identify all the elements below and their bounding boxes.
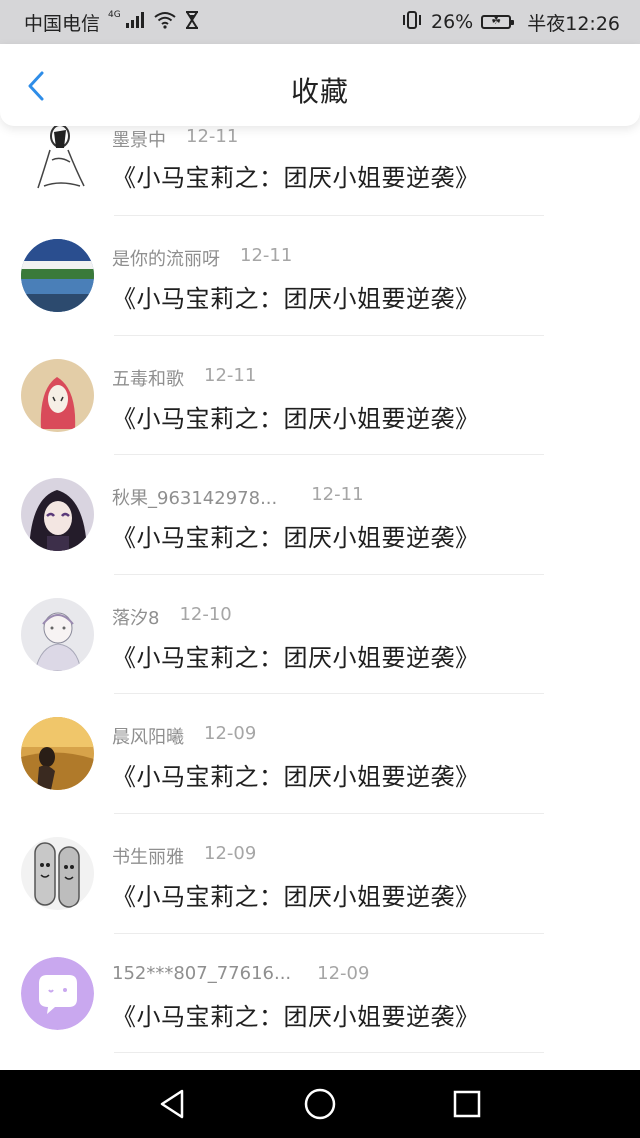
divider [114, 1052, 544, 1054]
list-item[interactable]: 书生丽雅 12-09 《小马宝莉之：团厌小姐要逆袭》 [0, 814, 640, 934]
date: 12-09 [204, 842, 257, 864]
avatar[interactable] [24, 120, 92, 192]
book-title[interactable]: 《小马宝莉之：团厌小姐要逆袭》 [112, 757, 480, 792]
battery-icon: ☘ [481, 14, 515, 29]
date: 12-11 [240, 245, 293, 266]
book-title[interactable]: 《小马宝莉之：团厌小姐要逆袭》 [112, 399, 480, 434]
book-title[interactable]: 《小马宝莉之：团厌小姐要逆袭》 [112, 877, 480, 912]
username[interactable]: 秋果_963142978... [112, 484, 277, 510]
wifi-icon [153, 11, 177, 34]
list-item[interactable]: 落汐8 12-10 《小马宝莉之：团厌小姐要逆袭》 [0, 575, 640, 695]
avatar[interactable] [21, 956, 94, 1030]
username[interactable]: 晨风阳曦 [112, 723, 184, 749]
item-meta: 五毒和歌 12-11 [112, 365, 256, 391]
book-title[interactable]: 《小马宝莉之：团厌小姐要逆袭》 [112, 518, 480, 553]
list-item[interactable]: 晨风阳曦 12-09 《小马宝莉之：团厌小姐要逆袭》 [0, 694, 640, 814]
item-meta: 落汐8 12-10 [112, 604, 232, 630]
home-nav-button[interactable] [295, 1079, 345, 1129]
book-title[interactable]: 《小马宝莉之：团厌小姐要逆袭》 [112, 158, 480, 193]
list-item[interactable]: 152***807_77616... 12-09 《小马宝莉之：团厌小姐要逆袭》 [0, 934, 640, 1054]
avatar[interactable] [21, 239, 94, 312]
date: 12-11 [311, 484, 364, 506]
list-item[interactable]: 墨景中 12-11 《小马宝莉之：团厌小姐要逆袭》 [0, 116, 640, 216]
list-item[interactable]: 五毒和歌 12-11 《小马宝莉之：团厌小姐要逆袭》 [0, 336, 640, 456]
recents-nav-button[interactable] [442, 1079, 492, 1129]
item-meta: 晨风阳曦 12-09 [112, 723, 256, 749]
list-item[interactable]: 秋果_963142978... 12-11 《小马宝莉之：团厌小姐要逆袭》 [0, 455, 640, 575]
signal-icon [125, 11, 145, 34]
vibrate-icon [401, 10, 423, 34]
status-left: 中国电信 4G [24, 9, 199, 36]
avatar[interactable] [21, 836, 94, 910]
status-bar: 中国电信 4G 26% ☘ 半夜12:26 [0, 0, 640, 44]
favorites-list: 墨景中 12-11 《小马宝莉之：团厌小姐要逆袭》 是你的流丽呀 12-11 《… [0, 116, 640, 1054]
clock: 半夜12:26 [527, 12, 620, 35]
square-recents-icon [453, 1090, 480, 1118]
app-header: 收藏 [0, 44, 640, 126]
hourglass-icon [185, 10, 199, 34]
item-meta: 书生丽雅 12-09 [112, 843, 256, 869]
circle-home-icon [304, 1088, 336, 1120]
date: 12-11 [204, 364, 257, 386]
avatar[interactable] [21, 597, 94, 671]
item-meta: 是你的流丽呀 12-11 [112, 245, 292, 271]
avatar[interactable] [21, 717, 94, 791]
avatar[interactable] [21, 478, 94, 552]
username[interactable]: 五毒和歌 [112, 365, 184, 391]
item-meta: 墨景中 12-11 [112, 126, 238, 152]
book-title[interactable]: 《小马宝莉之：团厌小姐要逆袭》 [112, 279, 480, 314]
status-right: 26% ☘ 半夜12:26 [401, 9, 620, 36]
date: 12-10 [179, 603, 232, 625]
item-meta: 152***807_77616... 12-09 [112, 963, 369, 984]
network-type: 4G [108, 10, 121, 20]
triangle-back-icon [161, 1089, 184, 1119]
battery-percent: 26% [431, 11, 474, 33]
date: 12-09 [204, 723, 257, 745]
avatar[interactable] [21, 358, 94, 432]
username[interactable]: 墨景中 [112, 126, 166, 152]
username[interactable]: 是你的流丽呀 [112, 245, 220, 271]
username[interactable]: 书生丽雅 [112, 843, 184, 869]
system-nav-bar [0, 1070, 640, 1138]
username[interactable]: 落汐8 [112, 604, 159, 630]
back-nav-button[interactable] [148, 1079, 198, 1129]
item-meta: 秋果_963142978... 12-11 [112, 484, 364, 510]
page-title: 收藏 [290, 75, 349, 108]
date: 12-09 [317, 962, 370, 984]
carrier-label: 中国电信 [24, 12, 101, 35]
date: 12-11 [186, 126, 239, 147]
username[interactable]: 152***807_77616... [112, 963, 291, 984]
list-item[interactable]: 是你的流丽呀 12-11 《小马宝莉之：团厌小姐要逆袭》 [0, 216, 640, 336]
book-title[interactable]: 《小马宝莉之：团厌小姐要逆袭》 [112, 638, 480, 673]
book-title[interactable]: 《小马宝莉之：团厌小姐要逆袭》 [112, 997, 480, 1032]
